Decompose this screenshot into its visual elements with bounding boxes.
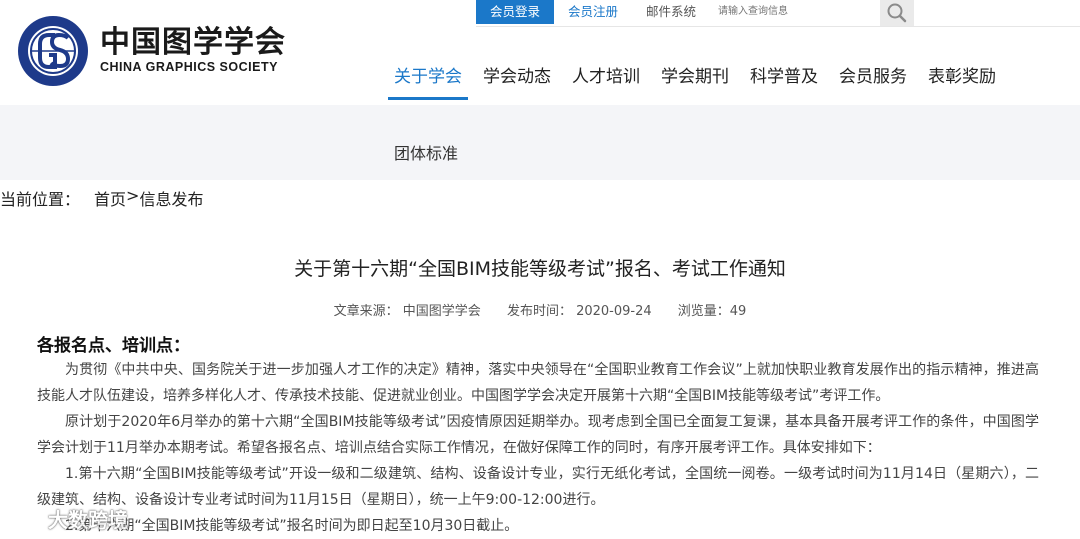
topbar-divider: [476, 26, 1080, 27]
nav-item-news[interactable]: 学会动态: [477, 62, 557, 100]
search-input[interactable]: [714, 0, 880, 24]
watermark: 大数跨境: [4, 498, 154, 536]
logo-cn-name: 中国图学学会: [100, 25, 286, 60]
article-paragraph: 原计划于2020年6月举办的第十六期“全国BIM技能等级考试”因疫情原因延期举办…: [37, 414, 1039, 456]
sub-nav-bar: 团体标准: [0, 105, 1080, 180]
nav-item-journals[interactable]: 学会期刊: [655, 62, 735, 100]
breadcrumb-separator: >: [126, 186, 140, 205]
nav-item-member-services[interactable]: 会员服务: [833, 62, 913, 100]
article-paragraph: 1.第十六期“全国BIM技能等级考试”开设一级和二级建筑、结构、设备设计专业，实…: [37, 466, 1039, 508]
subnav-item-group-standards[interactable]: 团体标准: [394, 140, 458, 164]
watermark-logo-icon: [7, 505, 39, 523]
nav-item-training[interactable]: 人才培训: [566, 62, 646, 100]
search-icon: [887, 3, 907, 23]
search-button[interactable]: [880, 0, 914, 26]
article-title: 关于第十六期“全国BIM技能等级考试”报名、考试工作通知: [294, 258, 786, 280]
logo-en-name: CHINA GRAPHICS SOCIETY: [100, 60, 278, 74]
article-meta: 文章来源： 中国图学学会 发布时间： 2020-09-24 浏览量：49: [0, 300, 1080, 319]
watermark-text: 大数跨境: [48, 508, 128, 532]
article-panel: 关于第十六期“全国BIM技能等级考试”报名、考试工作通知 文章来源： 中国图学学…: [0, 222, 1080, 536]
article-source: 文章来源： 中国图学学会: [333, 304, 481, 319]
top-utility-bar: 会员登录 会员注册 邮件系统: [476, 0, 710, 24]
article-paragraph: 2.第十六期“全国BIM技能等级考试”报名时间为即日起至10月30日截止。: [65, 518, 519, 534]
breadcrumb-label: 当前位置：: [0, 190, 81, 209]
society-emblem-icon: [18, 16, 88, 86]
article-body: 为贯彻《中共中央、国务院关于进一步加强人才工作的决定》精神，落实中央领导在“全国…: [37, 357, 1039, 539]
member-register-link[interactable]: 会员注册: [554, 0, 632, 24]
nav-item-about[interactable]: 关于学会: [388, 62, 468, 100]
nav-item-science[interactable]: 科学普及: [744, 62, 824, 100]
article-section-heading: 各报名点、培训点：: [37, 336, 190, 356]
article-views: 浏览量：49: [677, 304, 747, 319]
breadcrumb-home-link[interactable]: 首页: [94, 186, 126, 209]
article-paragraph: 为贯彻《中共中央、国务院关于进一步加强人才工作的决定》精神，落实中央领导在“全国…: [37, 362, 1039, 404]
breadcrumb: 当前位置： 首页 > 信息发布: [0, 186, 203, 209]
article-date: 发布时间： 2020-09-24: [506, 304, 652, 319]
member-login-button[interactable]: 会员登录: [476, 0, 555, 24]
breadcrumb-current-link[interactable]: 信息发布: [139, 186, 203, 209]
nav-item-awards[interactable]: 表彰奖励: [922, 62, 1002, 100]
mail-system-link[interactable]: 邮件系统: [632, 0, 710, 24]
main-nav: 关于学会 学会动态 人才培训 学会期刊 科学普及 会员服务 表彰奖励: [388, 62, 1011, 102]
site-logo[interactable]: 中国图学学会 CHINA GRAPHICS SOCIETY: [16, 14, 285, 88]
site-header: 中国图学学会 CHINA GRAPHICS SOCIETY 会员登录 会员注册 …: [0, 0, 1080, 105]
